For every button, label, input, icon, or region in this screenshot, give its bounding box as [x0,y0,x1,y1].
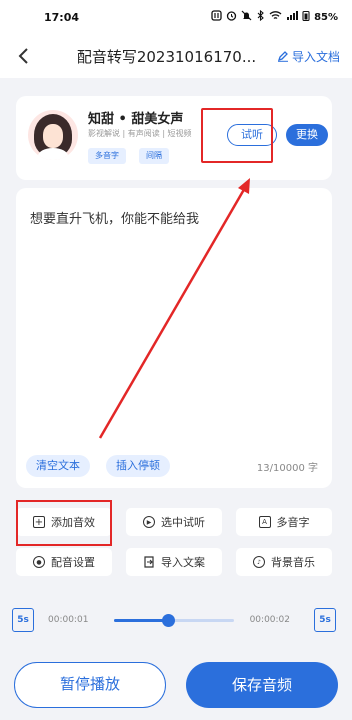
nfc-icon [211,10,222,24]
clear-text-button[interactable]: 清空文本 [26,455,90,477]
insert-pause-button[interactable]: 插入停顿 [106,455,170,477]
text-editor[interactable]: 想要直升飞机，你能不能给我 清空文本 插入停顿 13/10000 字 [16,188,332,488]
add-sound-effect-button[interactable]: + 添加音效 [16,508,112,536]
audio-player: 5s 00:00:01 00:00:02 5s [0,600,352,644]
polyphone-label: 多音字 [276,516,310,529]
alarm-icon [226,10,237,24]
progress-slider[interactable] [114,614,234,627]
background-music-label: 背景音乐 [271,556,315,569]
avatar [28,110,78,160]
play-circle-icon: ▶ [143,516,155,528]
progress-fill [114,619,168,622]
preview-selection-label: 选中试听 [161,516,205,529]
status-icons: 85% [211,9,338,24]
voice-chip-polyphone: 多音字 [88,148,126,164]
status-time: 17:04 [44,10,80,24]
voice-chip-interval: 间隔 [139,148,169,164]
polyphone-button[interactable]: A 多音字 [236,508,332,536]
import-icon [143,556,155,568]
import-copy-button[interactable]: 导入文案 [126,548,222,576]
dubbing-settings-label: 配音设置 [51,556,95,569]
header: 配音转写20231016170... 导入文档 [0,34,352,78]
add-sound-effect-label: 添加音效 [51,516,95,529]
progress-thumb[interactable] [162,614,175,627]
save-audio-button[interactable]: 保存音频 [186,662,338,708]
dubbing-settings-button[interactable]: ● 配音设置 [16,548,112,576]
battery-icon [302,10,310,24]
page-title: 配音转写20231016170... [76,47,257,66]
background-music-button[interactable]: ♪ 背景音乐 [236,548,332,576]
current-time: 00:00:01 [48,615,89,625]
back-button[interactable] [6,34,42,78]
rewind-5s-button[interactable]: 5s [12,608,34,632]
import-document-button[interactable]: 导入文档 [277,48,340,65]
chevron-left-icon [18,48,28,64]
music-icon: ♪ [253,556,265,568]
mute-icon [241,10,252,24]
voice-name: 知甜 • 甜美女声 [88,112,184,127]
bluetooth-icon [256,9,265,24]
end-time: 00:00:02 [249,615,290,625]
battery-percent: 85% [314,11,338,23]
wifi-icon [269,10,282,24]
preview-button[interactable]: 试听 [227,124,277,146]
import-document-label: 导入文档 [291,49,340,64]
change-voice-button[interactable]: 更换 [286,124,328,146]
preview-selection-button[interactable]: ▶ 选中试听 [126,508,222,536]
settings-circle-icon: ● [33,556,45,568]
plus-box-icon: + [33,516,45,528]
status-bar: 17:04 85% [0,0,352,34]
char-count: 13/10000 字 [256,463,318,474]
forward-5s-button[interactable]: 5s [314,608,336,632]
bottom-bar: 暂停播放 保存音频 [0,650,352,720]
voice-tags: 影视解说 | 有声阅读 | 短视频 [88,129,192,138]
editor-text[interactable]: 想要直升飞机，你能不能给我 [30,208,199,227]
pause-playback-button[interactable]: 暂停播放 [14,662,166,708]
pencil-icon [277,51,288,62]
signal-icon [286,10,299,24]
voice-card: 知甜 • 甜美女声 影视解说 | 有声阅读 | 短视频 多音字 间隔 试听 更换 [16,96,332,180]
text-box-icon: A [258,516,271,528]
import-copy-label: 导入文案 [161,556,205,569]
